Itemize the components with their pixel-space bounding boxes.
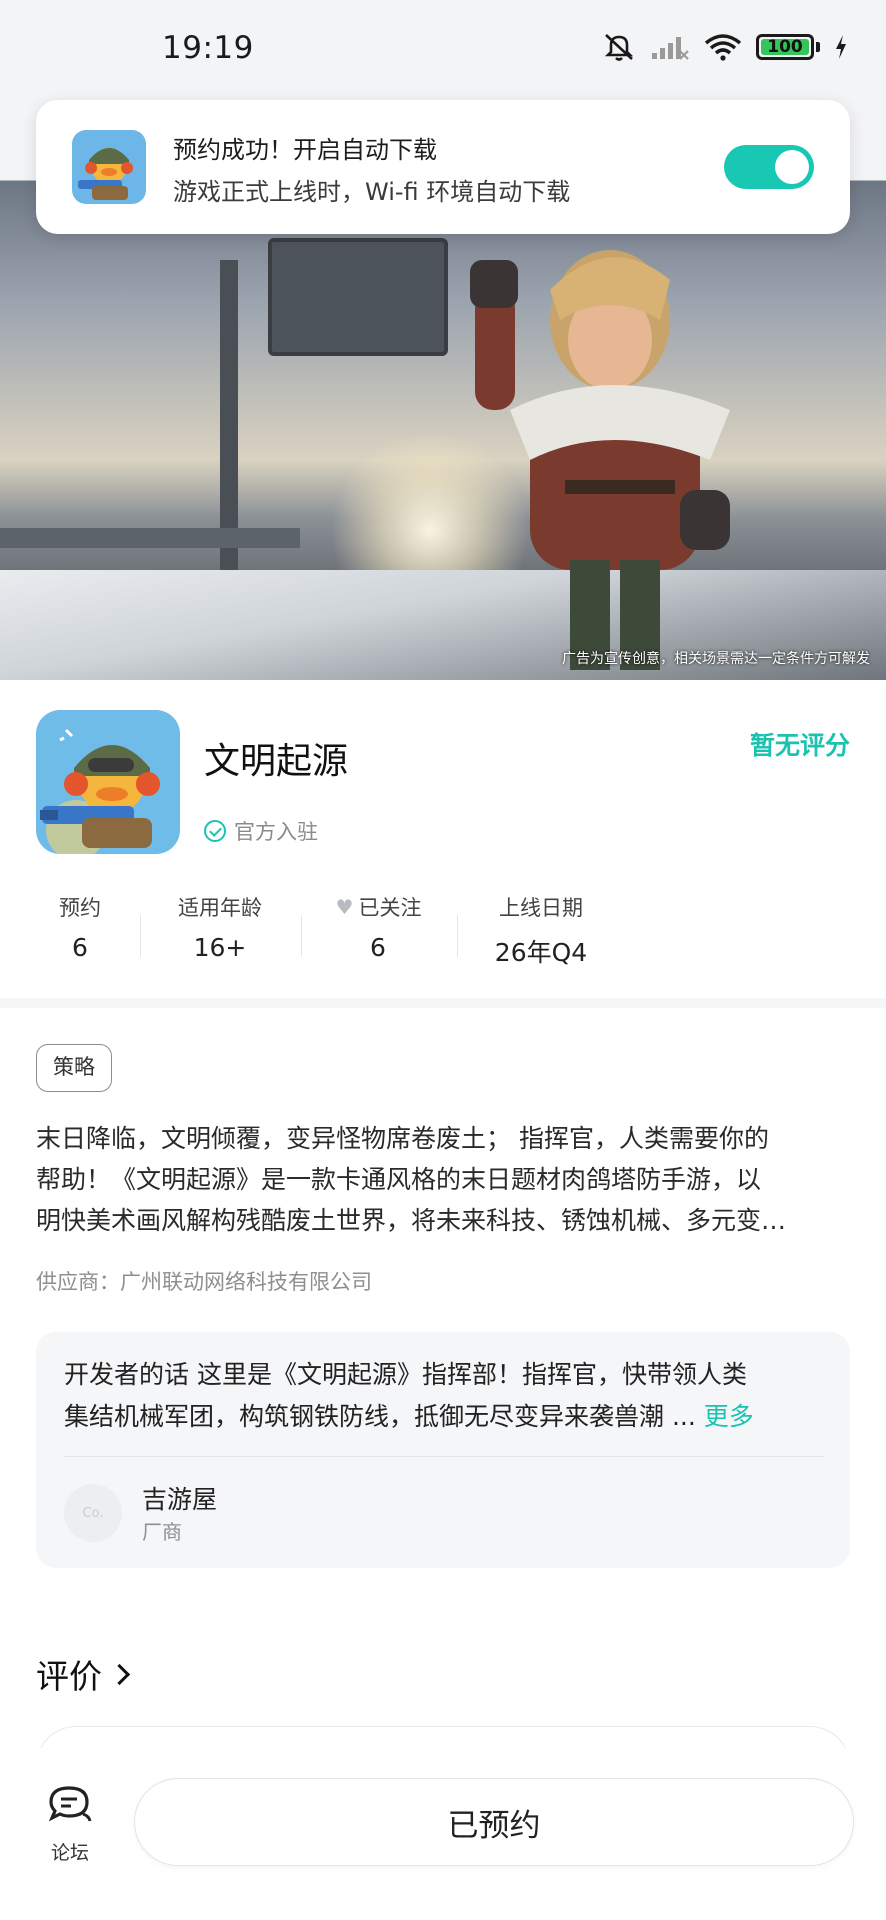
heart-icon: ♥ (335, 895, 354, 919)
stat-followers[interactable]: ♥ 已关注 6 (318, 893, 438, 962)
app-icon (36, 710, 180, 854)
rating-label[interactable]: 暂无评分 (750, 726, 850, 762)
wifi-icon (704, 34, 742, 61)
app-name: 文明起源 (204, 741, 349, 782)
description-line: 帮助！《文明起源》是一款卡通风格的末日题材肉鸽塔防手游，以 (36, 1165, 762, 1194)
chevron-right-icon (108, 1663, 131, 1685)
supplier-info: 供应商：广州联动网络科技有限公司 (36, 1270, 372, 1294)
game-description[interactable]: 末日降临，文明倾覆，变异怪物席卷废土； 指挥官，人类需要你的 帮助！《文明起源》… (36, 1118, 850, 1241)
mute-bell-icon (604, 34, 634, 61)
status-bar: 19:19 100 (0, 0, 886, 100)
auto-download-toggle[interactable] (724, 145, 814, 189)
description-line: 末日降临，文明倾覆，变异怪物席卷废土； 指挥官，人类需要你的 (36, 1124, 769, 1153)
section-divider (0, 998, 886, 1008)
app-info-section: 文明起源 暂无评分 官方入驻 预约 6 适用年龄 16+ ♥ 已关注 6 上线日… (0, 680, 886, 998)
reserved-button[interactable]: 已预约 (134, 1778, 854, 1866)
check-circle-icon (204, 820, 226, 842)
signal-icon (652, 37, 689, 60)
developer-card[interactable]: 开发者的话 这里是《文明起源》指挥部！指挥官，快带领人类 集结机械军团，构筑钢铁… (36, 1332, 850, 1568)
status-time: 19:19 (162, 30, 254, 66)
battery-icon: 100 (756, 34, 814, 60)
developer-role: 厂商 (142, 1520, 182, 1544)
forum-button[interactable]: 论坛 (44, 1784, 96, 1865)
bottom-action-bar: 论坛 已预约 (0, 1748, 886, 1920)
toast-title: 预约成功！开启自动下载 (173, 136, 437, 164)
stat-label: 预约 (59, 896, 101, 920)
stat-age: 适用年龄 16+ (160, 893, 280, 962)
stat-value: 26年Q4 (494, 938, 588, 967)
stat-value: 16+ (193, 933, 247, 962)
status-icons: 100 (602, 32, 848, 62)
developer-text-line: 开发者的话 这里是《文明起源》指挥部！指挥官，快带领人类 (64, 1360, 747, 1389)
stat-launch-date: 上线日期 26年Q4 (478, 893, 604, 969)
genre-tag[interactable]: 策略 (36, 1044, 112, 1092)
forum-label: 论坛 (50, 1842, 89, 1864)
toast-app-icon (72, 130, 146, 204)
developer-avatar[interactable]: Co. (64, 1484, 122, 1542)
reviews-header[interactable]: 评价 (36, 1650, 131, 1698)
stat-label: 已关注 (358, 896, 422, 920)
developer-text-line: 集结机械军团，构筑钢铁防线，抵御无尽变异来袭兽潮 ... (64, 1402, 696, 1431)
stat-reservations: 预约 6 (36, 893, 124, 962)
stat-label: 适用年龄 (178, 896, 262, 920)
description-line: 明快美术画风解构残酷废土世界，将未来科技、锈蚀机械、多元变… (36, 1206, 787, 1235)
official-label: 官方入驻 (234, 820, 318, 844)
charging-icon (836, 35, 846, 59)
toast-subtitle: 游戏正式上线时，Wi-fi 环境自动下载 (173, 178, 571, 206)
stat-value: 6 (72, 933, 88, 962)
battery-level: 100 (767, 37, 803, 57)
stats-row: 预约 6 适用年龄 16+ ♥ 已关注 6 上线日期 26年Q4 (0, 893, 640, 983)
developer-message: 开发者的话 这里是《文明起源》指挥部！指挥官，快带领人类 集结机械军团，构筑钢铁… (64, 1354, 824, 1438)
hero-character-illustration (470, 250, 730, 670)
stat-label: 上线日期 (499, 896, 583, 920)
road-sign (268, 238, 448, 356)
developer-name[interactable]: 吉游屋 (142, 1480, 217, 1516)
stat-value: 6 (370, 933, 386, 962)
more-link[interactable]: 更多 (704, 1402, 754, 1431)
official-badge: 官方入驻 (204, 816, 318, 846)
hero-disclaimer: 广告为宣传创意，相关场景需达一定条件方可解发 (562, 651, 870, 667)
reviews-title: 评价 (36, 1657, 102, 1696)
reservation-toast: 预约成功！开启自动下载 游戏正式上线时，Wi-fi 环境自动下载 (36, 100, 850, 234)
toggle-knob (775, 150, 809, 184)
forum-chat-icon (48, 1786, 92, 1822)
